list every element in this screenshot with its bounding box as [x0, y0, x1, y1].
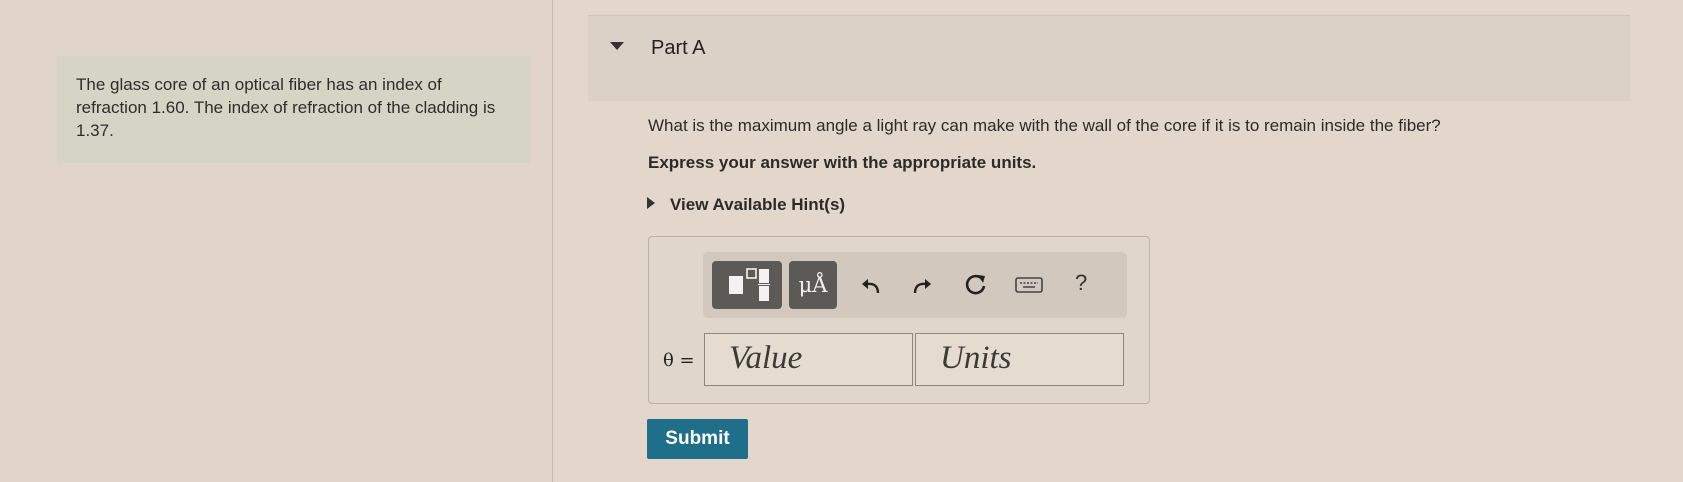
hint-expand-icon[interactable]: [647, 197, 655, 209]
templates-icon: [729, 268, 770, 301]
help-icon[interactable]: ?: [1075, 270, 1087, 296]
view-hints-link[interactable]: View Available Hint(s): [670, 195, 845, 215]
problem-text: The glass core of an optical fiber has a…: [76, 75, 496, 140]
keyboard-icon[interactable]: [1014, 270, 1044, 300]
part-header[interactable]: [588, 15, 1630, 101]
templates-button[interactable]: [712, 261, 782, 309]
instruction-text: Express your answer with the appropriate…: [648, 153, 1037, 172]
collapse-caret-icon[interactable]: [610, 42, 624, 50]
part-title[interactable]: Part A: [651, 37, 705, 60]
problem-statement: The glass core of an optical fiber has a…: [57, 56, 531, 163]
value-input[interactable]: Value: [704, 333, 913, 386]
undo-icon[interactable]: [856, 270, 886, 300]
submit-button[interactable]: Submit: [647, 419, 748, 459]
variable-label: θ =: [663, 350, 695, 371]
redo-icon[interactable]: [907, 270, 937, 300]
reset-icon[interactable]: [961, 270, 991, 300]
units-input[interactable]: Units: [915, 333, 1124, 386]
units-icon: μÅ: [798, 273, 828, 297]
units-button[interactable]: μÅ: [789, 261, 837, 309]
pane-divider: [552, 0, 553, 482]
question-text: What is the maximum angle a light ray ca…: [648, 116, 1441, 135]
